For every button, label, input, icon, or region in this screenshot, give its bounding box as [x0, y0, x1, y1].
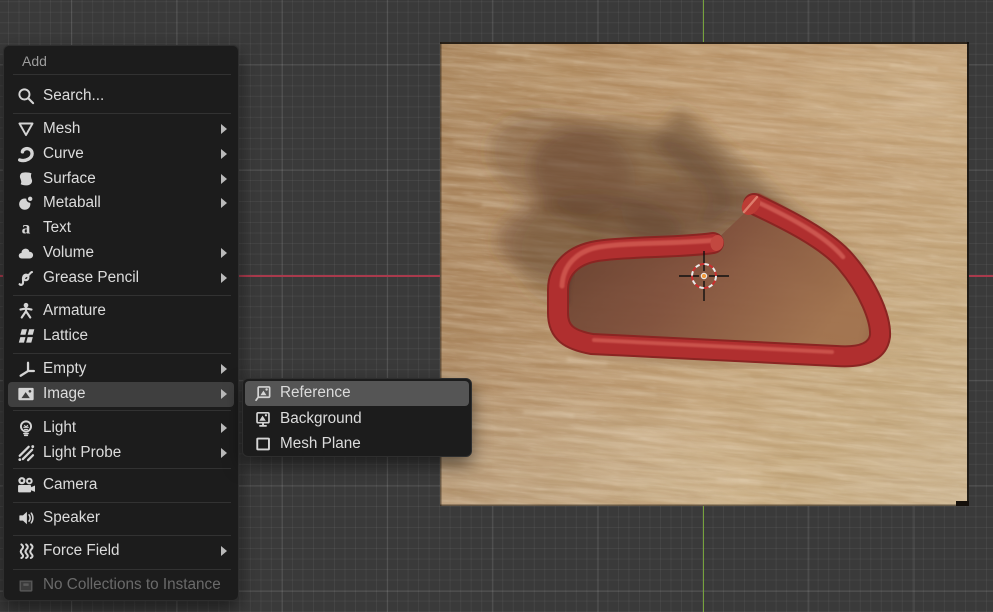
svg-text:a: a: [22, 219, 31, 237]
